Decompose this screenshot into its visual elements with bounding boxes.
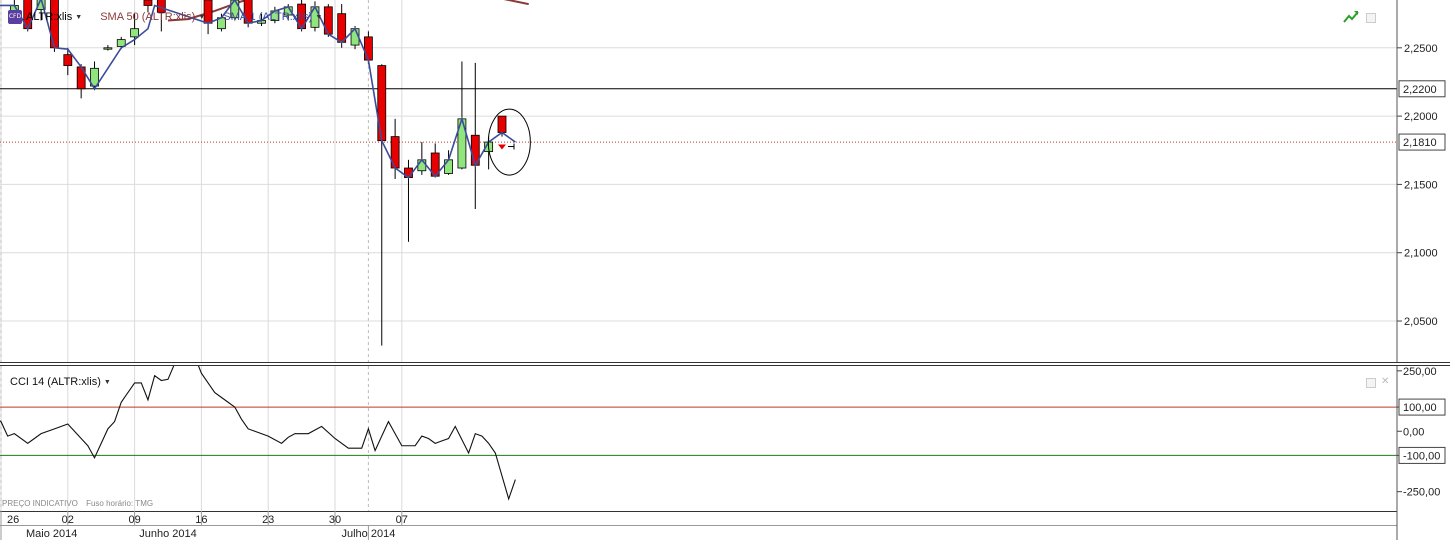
candle-up bbox=[103, 47, 113, 50]
sma50-label: SMA 50 (ALTR:xlis) bbox=[100, 11, 196, 23]
candle-down bbox=[63, 54, 73, 66]
day-label: 23 bbox=[262, 514, 274, 526]
chevron-down-icon: ▼ bbox=[315, 13, 323, 21]
month-label: Julho 2014 bbox=[341, 528, 395, 540]
day-label: 16 bbox=[195, 514, 207, 526]
cci-tick-label: -250,00 bbox=[1403, 487, 1440, 499]
symbol-selector[interactable]: ALTR:xlis ▼ bbox=[26, 11, 82, 23]
cci-tick-label: 0,00 bbox=[1403, 426, 1424, 438]
day-label: 07 bbox=[396, 514, 408, 526]
chevron-down-icon: ▼ bbox=[198, 13, 206, 21]
timezone-note: Fuso horário: TMG bbox=[86, 499, 154, 508]
month-label: Maio 2014 bbox=[26, 528, 77, 540]
month-label: Junho 2014 bbox=[139, 528, 197, 540]
cci-tick-label: 250,00 bbox=[1403, 366, 1437, 378]
chevron-down-icon: ▼ bbox=[103, 378, 111, 386]
candle-up bbox=[417, 159, 427, 172]
sma50-selector[interactable]: SMA 50 (ALTR:xlis) ▼ bbox=[100, 11, 205, 23]
candle-down bbox=[497, 115, 507, 133]
candle-down bbox=[143, 0, 153, 6]
cfd-badge-icon: CFD bbox=[8, 10, 22, 24]
chart-background bbox=[0, 0, 1450, 540]
candle-down bbox=[337, 13, 347, 43]
candle-down bbox=[363, 36, 373, 61]
level-label: 2,2200 bbox=[1403, 84, 1437, 96]
price-tick-label: 2,1500 bbox=[1404, 179, 1438, 191]
sma1-label: SMA 1 (ALTR:xlis) bbox=[223, 11, 313, 23]
chevron-down-icon: ▼ bbox=[75, 13, 83, 21]
candle-down bbox=[377, 65, 387, 142]
candle-up bbox=[444, 159, 453, 174]
price-tick-label: 2,2500 bbox=[1404, 43, 1438, 55]
day-label: 09 bbox=[128, 514, 140, 526]
candle-up bbox=[130, 28, 140, 38]
day-label: 02 bbox=[62, 514, 74, 526]
current-price-label: 2,1810 bbox=[1403, 137, 1437, 149]
cci-tick-label: -100,00 bbox=[1403, 450, 1440, 462]
price-note: PREÇO INDICATIVO bbox=[2, 499, 78, 508]
symbol-label: ALTR:xlis bbox=[26, 11, 73, 23]
price-tick-label: 2,2000 bbox=[1404, 111, 1438, 123]
price-tick-label: 2,0500 bbox=[1404, 316, 1438, 328]
footer-note: PREÇO INDICATIVO Fuso horário: TMG bbox=[2, 499, 159, 508]
maximize-button[interactable] bbox=[1366, 13, 1376, 23]
chart-canvas: 2,2500 2,2000 2,1500 2,1000 2,0500 2,2200 2,18… bbox=[0, 0, 1450, 540]
sma1-selector[interactable]: SMA 1 (ALTR:xlis) ▼ bbox=[223, 11, 322, 23]
cci-maximize-button[interactable] bbox=[1366, 378, 1376, 388]
cci-selector[interactable]: CCI 14 (ALTR:xlis) ▼ bbox=[10, 376, 111, 388]
day-label: 26 bbox=[7, 514, 19, 526]
close-icon[interactable]: ✕ bbox=[1381, 377, 1389, 387]
trend-arrow-icon[interactable] bbox=[1343, 10, 1359, 24]
cci-label: CCI 14 (ALTR:xlis) bbox=[10, 376, 101, 388]
chart-toolbar: CFD ALTR:xlis ▼ SMA 50 (ALTR:xlis) ▼ SMA… bbox=[8, 8, 336, 26]
day-label: 30 bbox=[329, 514, 341, 526]
cci-tick-label: 100,00 bbox=[1403, 402, 1437, 414]
price-tick-label: 2,1000 bbox=[1404, 248, 1438, 260]
